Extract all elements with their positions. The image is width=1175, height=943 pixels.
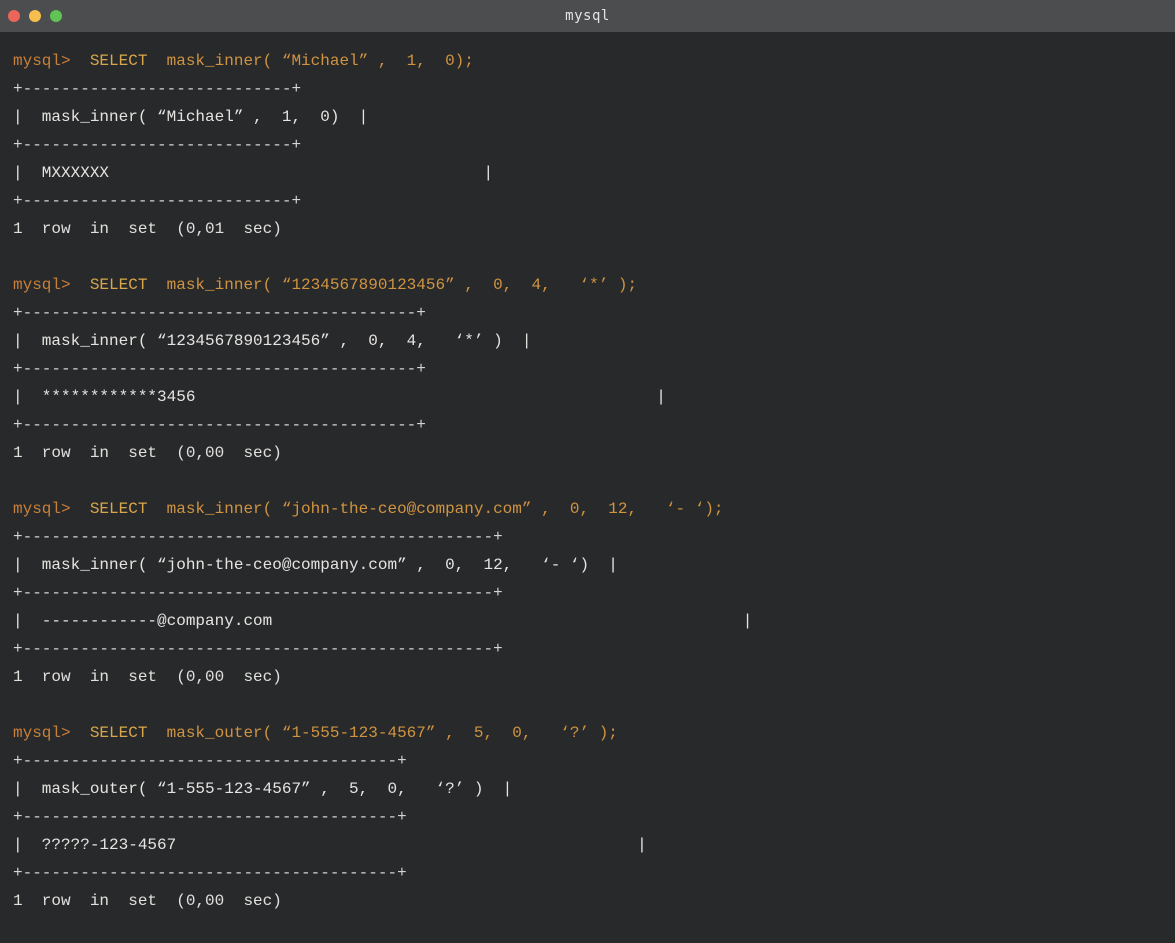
close-button[interactable] — [8, 10, 20, 22]
minimize-button[interactable] — [29, 10, 41, 22]
table-border-mid: +----------------------------+ — [13, 131, 1175, 159]
terminal-screen[interactable]: mysql> SELECT mask_inner( “Michael” , 1,… — [0, 32, 1175, 943]
title-bar: mysql — [0, 0, 1175, 32]
table-result-row: | ************3456 | — [13, 383, 1175, 411]
sql-keyword: SELECT — [71, 276, 148, 294]
window-controls — [8, 10, 62, 22]
table-border-bottom: +---------------------------------------… — [13, 859, 1175, 887]
table-result-row: | MXXXXXX | — [13, 159, 1175, 187]
table-result-row: | ?????-123-4567 | — [13, 831, 1175, 859]
table-border-bottom: +---------------------------------------… — [13, 635, 1175, 663]
mysql-prompt: mysql> — [13, 724, 71, 742]
query-block: mysql> SELECT mask_inner( “Michael” , 1,… — [13, 47, 1175, 243]
sql-command: mask_inner( “1234567890123456” , 0, 4, ‘… — [147, 276, 637, 294]
status-line: 1 row in set (0,00 sec) — [13, 663, 1175, 691]
zoom-button[interactable] — [50, 10, 62, 22]
table-border-top: +---------------------------------------… — [13, 523, 1175, 551]
sql-keyword: SELECT — [71, 500, 148, 518]
table-header-row: | mask_inner( “john-the-ceo@company.com”… — [13, 551, 1175, 579]
table-border-top: +----------------------------+ — [13, 75, 1175, 103]
query-block: mysql> SELECT mask_outer( “1-555-123-456… — [13, 719, 1175, 915]
query-block: mysql> SELECT mask_inner( “1234567890123… — [13, 271, 1175, 467]
terminal-window: mysql mysql> SELECT mask_inner( “Michael… — [0, 0, 1175, 926]
table-border-mid: +---------------------------------------… — [13, 355, 1175, 383]
status-line: 1 row in set (0,00 sec) — [13, 887, 1175, 915]
mysql-prompt: mysql> — [13, 52, 71, 70]
table-border-mid: +---------------------------------------… — [13, 803, 1175, 831]
table-border-mid: +---------------------------------------… — [13, 579, 1175, 607]
status-line: 1 row in set (0,01 sec) — [13, 215, 1175, 243]
table-border-bottom: +----------------------------+ — [13, 187, 1175, 215]
query-line: mysql> SELECT mask_inner( “Michael” , 1,… — [13, 47, 1175, 75]
query-block: mysql> SELECT mask_inner( “john-the-ceo@… — [13, 495, 1175, 691]
status-line: 1 row in set (0,00 sec) — [13, 439, 1175, 467]
table-border-top: +---------------------------------------… — [13, 299, 1175, 327]
sql-keyword: SELECT — [71, 724, 148, 742]
table-border-top: +---------------------------------------… — [13, 747, 1175, 775]
mysql-prompt: mysql> — [13, 276, 71, 294]
table-header-row: | mask_outer( “1-555-123-4567” , 5, 0, ‘… — [13, 775, 1175, 803]
table-header-row: | mask_inner( “1234567890123456” , 0, 4,… — [13, 327, 1175, 355]
query-line: mysql> SELECT mask_inner( “1234567890123… — [13, 271, 1175, 299]
table-border-bottom: +---------------------------------------… — [13, 411, 1175, 439]
table-result-row: | ------------@company.com | — [13, 607, 1175, 635]
mysql-prompt: mysql> — [13, 500, 71, 518]
sql-command: mask_inner( “john-the-ceo@company.com” ,… — [147, 500, 723, 518]
query-line: mysql> SELECT mask_inner( “john-the-ceo@… — [13, 495, 1175, 523]
table-header-row: | mask_inner( “Michael” , 1, 0) | — [13, 103, 1175, 131]
sql-command: mask_outer( “1-555-123-4567” , 5, 0, ‘?’… — [147, 724, 617, 742]
sql-keyword: SELECT — [71, 52, 148, 70]
query-line: mysql> SELECT mask_outer( “1-555-123-456… — [13, 719, 1175, 747]
sql-command: mask_inner( “Michael” , 1, 0); — [147, 52, 473, 70]
window-title: mysql — [565, 8, 610, 24]
